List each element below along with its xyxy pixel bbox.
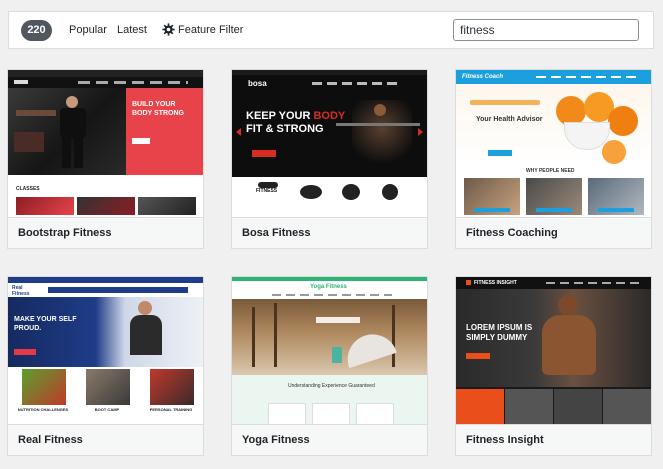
preview-section-title: CLASSES [16,186,40,192]
preview-logo: FITNESS INSIGHT [474,280,517,286]
theme-card-yoga-fitness[interactable]: Yoga Fitness Understanding Experience Gu… [231,276,428,456]
preview-feature-2: BOOT CAMP [94,407,120,412]
preview-feature-1: NUTRITION CHALLENGES [17,407,69,412]
theme-screenshot: Fitness Coach Your Health Advisor WHY PE… [456,70,651,217]
preview-logo: bosa [248,79,267,88]
theme-name[interactable]: Fitness Coaching [456,217,651,248]
preview-headline: LOREM IPSUM IS SIMPLY DUMMY [466,323,533,342]
preview-section-title: WHY PEOPLE NEED [526,168,575,174]
preview-feature-3: PERSONAL TRAINING [149,407,193,412]
theme-name[interactable]: Yoga Fitness [232,424,427,455]
theme-card-real-fitness[interactable]: Real Fitness MAKE YOUR SELF PROUD. NUTRI… [7,276,204,456]
theme-screenshot: FITNESS INSIGHT LOREM IPSUM IS SIMPLY DU… [456,277,651,424]
preview-tagline: Your Health Advisor [476,116,543,123]
theme-screenshot: bosa KEEP YOUR BODY FIT & STRONG FITNESS [232,70,427,217]
theme-screenshot: #e8434a BUILD YOUR BODY STRONG CLASSES [8,70,203,217]
feature-filter-link[interactable]: Feature Filter [178,24,243,36]
theme-card-bootstrap-fitness[interactable]: #e8434a BUILD YOUR BODY STRONG CLASSES B… [7,69,204,249]
preview-logo: Real Fitness [12,285,30,297]
tab-popular[interactable]: Popular [69,24,107,36]
theme-card-fitness-coaching[interactable]: Fitness Coach Your Health Advisor WHY PE… [455,69,652,249]
search-input[interactable] [453,19,639,41]
theme-card-fitness-insight[interactable]: FITNESS INSIGHT LOREM IPSUM IS SIMPLY DU… [455,276,652,456]
theme-screenshot: Real Fitness MAKE YOUR SELF PROUD. NUTRI… [8,277,203,424]
theme-card-bosa-fitness[interactable]: bosa KEEP YOUR BODY FIT & STRONG FITNESS… [231,69,428,249]
theme-name[interactable]: Real Fitness [8,424,203,455]
preview-headline: MAKE YOUR SELF PROUD. [14,316,77,332]
preview-headline-1: KEEP YOUR [246,110,311,122]
preview-logo: Yoga Fitness [310,284,347,290]
theme-screenshot: Yoga Fitness Understanding Experience Gu… [232,277,427,424]
gear-icon[interactable] [162,23,175,36]
theme-filter-bar: 220 Popular Latest Feature Filter [8,11,654,49]
theme-count-badge: 220 [21,20,52,41]
preview-section-title: Understanding Experience Guaranteed [288,383,375,389]
preview-headline-2: FIT & STRONG [246,123,324,135]
preview-badge: FITNESS [256,188,278,194]
preview-logo: Fitness Coach [462,74,504,80]
preview-headline-accent: BODY [313,110,346,122]
tab-latest[interactable]: Latest [117,24,147,36]
theme-name[interactable]: Bootstrap Fitness [8,217,203,248]
theme-name[interactable]: Bosa Fitness [232,217,427,248]
preview-headline: BUILD YOUR BODY STRONG [132,101,184,117]
theme-name[interactable]: Fitness Insight [456,424,651,455]
